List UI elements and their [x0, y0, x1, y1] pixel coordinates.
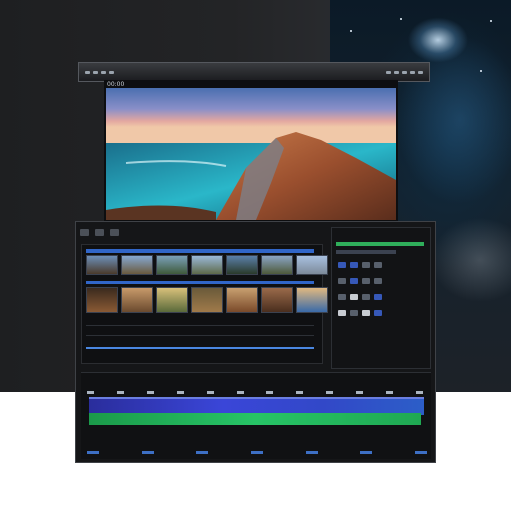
control-button[interactable] — [350, 294, 358, 300]
control-button[interactable] — [350, 262, 358, 268]
clip-thumbnail[interactable] — [261, 255, 293, 275]
timeline-ruler[interactable] — [87, 387, 423, 397]
control-row — [338, 294, 382, 300]
media-bin — [81, 244, 328, 364]
editor-window — [75, 221, 436, 463]
control-button[interactable] — [362, 262, 370, 268]
settings-icon[interactable] — [110, 228, 119, 236]
control-button[interactable] — [374, 278, 382, 284]
clip-thumbnail[interactable] — [296, 255, 328, 275]
window-controls[interactable] — [386, 70, 423, 74]
timeline-footer — [87, 451, 427, 457]
audio-track[interactable] — [89, 413, 421, 425]
control-button[interactable] — [338, 310, 346, 316]
clip-thumbnail[interactable] — [261, 287, 293, 313]
clip-thumbnail[interactable] — [156, 287, 188, 313]
clip-thumbnail[interactable] — [226, 255, 258, 275]
clip-thumbnail[interactable] — [296, 287, 328, 313]
star — [400, 18, 402, 20]
control-button[interactable] — [350, 310, 358, 316]
star — [350, 30, 352, 32]
control-button[interactable] — [374, 310, 382, 316]
clip-thumbnail[interactable] — [156, 255, 188, 275]
control-button[interactable] — [350, 278, 358, 284]
control-row — [338, 310, 382, 316]
preview-titlebar — [78, 62, 430, 82]
control-button[interactable] — [338, 294, 346, 300]
control-button[interactable] — [338, 262, 346, 268]
clip-thumbnail[interactable] — [121, 287, 153, 313]
scissors-icon[interactable] — [95, 228, 104, 236]
scrub-bar[interactable] — [86, 347, 314, 349]
menu-dots[interactable] — [85, 70, 114, 74]
control-button[interactable] — [362, 278, 370, 284]
divider — [86, 335, 314, 336]
preview-timecode: 00:00 — [107, 81, 125, 88]
clip-thumbnail[interactable] — [191, 287, 223, 313]
clip-row-header — [86, 249, 314, 253]
clip-row — [86, 255, 328, 275]
star — [480, 70, 482, 72]
clip-thumbnail[interactable] — [226, 287, 258, 313]
control-button[interactable] — [374, 294, 382, 300]
clip-thumbnail[interactable] — [86, 287, 118, 313]
control-button[interactable] — [338, 278, 346, 284]
clip-thumbnail[interactable] — [86, 255, 118, 275]
control-button[interactable] — [362, 294, 370, 300]
clip-row — [86, 287, 328, 313]
inspector-panel — [331, 227, 431, 369]
timeline — [81, 372, 431, 459]
clip-row-header — [86, 281, 314, 284]
divider — [86, 325, 314, 326]
control-button[interactable] — [374, 262, 382, 268]
level-meter — [336, 250, 396, 254]
level-meter — [336, 242, 424, 246]
control-row — [338, 278, 382, 284]
control-button[interactable] — [362, 310, 370, 316]
preview-window: 00:00 — [104, 80, 398, 222]
clip-thumbnail[interactable] — [191, 255, 223, 275]
control-row — [338, 262, 382, 268]
star — [490, 20, 492, 22]
preview-image — [106, 88, 396, 220]
clip-thumbnail[interactable] — [121, 255, 153, 275]
play-icon[interactable] — [80, 228, 89, 236]
